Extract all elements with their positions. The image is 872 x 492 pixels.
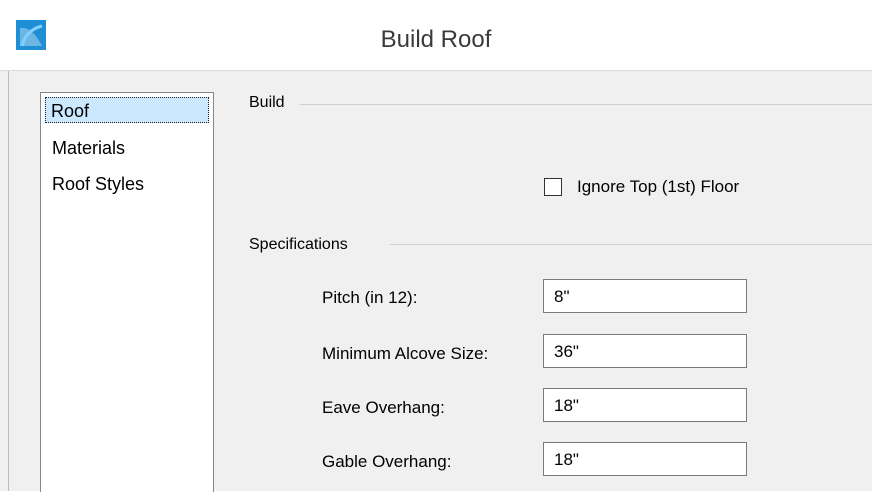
sidebar-item-roof[interactable]: Roof [45, 97, 209, 123]
ignore-top-floor-checkbox[interactable] [544, 178, 562, 196]
gable-overhang-label: Gable Overhang: [322, 452, 452, 471]
build-group-label: Build [249, 94, 293, 112]
sidebar-item-roof-styles[interactable]: Roof Styles [47, 171, 144, 197]
pitch-label: Pitch (in 12): [322, 288, 418, 307]
sidebar-item-materials[interactable]: Materials [47, 135, 125, 161]
eave-overhang-label: Eave Overhang: [322, 398, 445, 417]
pitch-input[interactable]: 8" [543, 279, 747, 313]
ignore-top-floor-label[interactable]: Ignore Top (1st) Floor [577, 177, 739, 197]
specifications-group-label: Specifications [249, 236, 356, 254]
minimum-alcove-size-input[interactable]: 36" [543, 334, 747, 368]
minimum-alcove-size-label: Minimum Alcove Size: [322, 344, 489, 363]
eave-overhang-input[interactable]: 18" [543, 388, 747, 422]
specifications-group-divider [390, 244, 872, 245]
dialog-title: Build Roof [380, 26, 492, 53]
title-bar: Build Roof [0, 0, 872, 71]
gable-overhang-input[interactable]: 18" [543, 442, 747, 476]
build-roof-dialog: Build Roof Roof Materials Roof Styles Bu… [0, 0, 872, 492]
category-list[interactable]: Roof Materials Roof Styles [40, 92, 214, 492]
build-group-divider [300, 104, 872, 105]
